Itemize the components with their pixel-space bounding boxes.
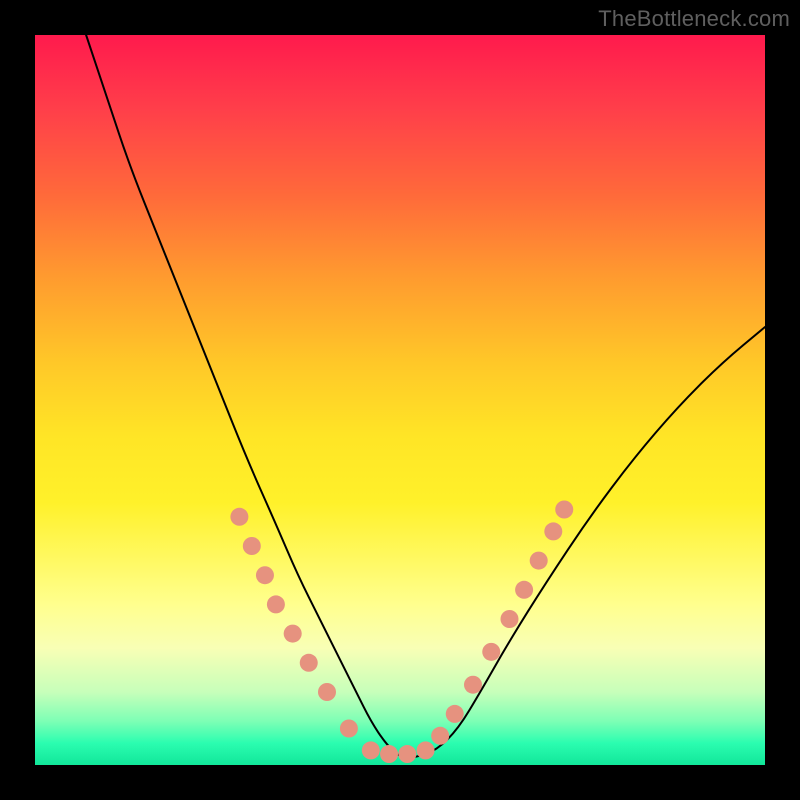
data-marker (446, 705, 464, 723)
data-marker (431, 727, 449, 745)
data-marker (362, 741, 380, 759)
watermark-text: TheBottleneck.com (598, 6, 790, 32)
data-marker (300, 654, 318, 672)
data-marker (515, 581, 533, 599)
data-marker (464, 676, 482, 694)
chart-svg (35, 35, 765, 765)
data-marker (318, 683, 336, 701)
bottleneck-curve (86, 35, 765, 758)
data-marker (284, 625, 302, 643)
curve-layer (86, 35, 765, 758)
data-marker (380, 745, 398, 763)
data-marker (555, 501, 573, 519)
chart-frame: TheBottleneck.com (0, 0, 800, 800)
plot-area (35, 35, 765, 765)
data-marker (267, 595, 285, 613)
data-marker (243, 537, 261, 555)
data-marker (501, 610, 519, 628)
data-marker (398, 745, 416, 763)
data-marker (230, 508, 248, 526)
data-marker (417, 741, 435, 759)
data-marker (256, 566, 274, 584)
data-marker (482, 643, 500, 661)
data-marker (544, 522, 562, 540)
data-marker (340, 720, 358, 738)
data-marker (530, 552, 548, 570)
